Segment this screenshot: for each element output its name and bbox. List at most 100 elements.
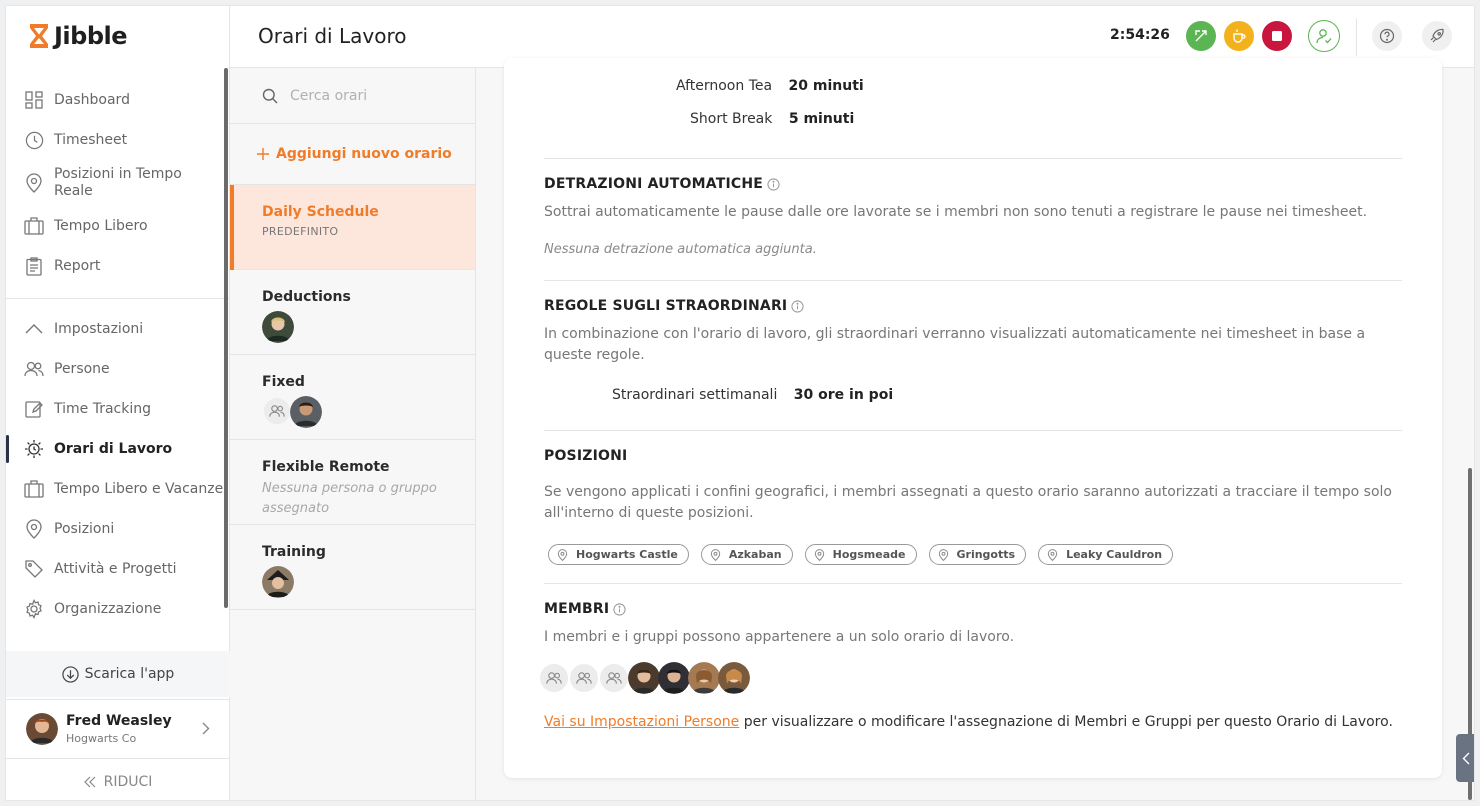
location-name: Gringotts	[956, 548, 1016, 561]
map-pin-icon	[814, 548, 824, 561]
map-pin-icon	[24, 519, 44, 539]
info-icon[interactable]	[767, 177, 780, 191]
schedule-item-deductions[interactable]: Deductions	[230, 270, 475, 355]
break-value: 20 minuti	[788, 78, 864, 94]
plus-icon	[257, 148, 269, 160]
overtime-desc: In combinazione con l'orario di lavoro, …	[544, 326, 1366, 363]
user-clock-in-button[interactable]	[1308, 20, 1340, 52]
clipboard-icon	[24, 256, 44, 276]
group-icon	[262, 396, 292, 426]
sidebar-item-dashboard[interactable]: Dashboard	[6, 80, 230, 120]
sidebar-item-time-off[interactable]: Tempo Libero	[6, 206, 230, 246]
location-chip: Hogwarts Castle	[548, 544, 689, 565]
schedule-members	[262, 396, 475, 428]
dashboard-icon	[24, 90, 44, 110]
overtime-value: 30 ore in poi	[793, 387, 894, 403]
section-divider	[544, 430, 1402, 431]
schedules-panel: Aggiungi nuovo orario Daily Schedule PRE…	[230, 68, 476, 800]
sidebar-item-label: Persone	[54, 361, 110, 377]
question-icon	[1379, 28, 1395, 44]
sidebar-item-people[interactable]: Persone	[6, 349, 230, 389]
break-button[interactable]	[1224, 21, 1254, 51]
location-name: Hogwarts Castle	[576, 548, 678, 561]
sidebar-item-settings-toggle[interactable]: Impostazioni	[6, 309, 230, 349]
sidebar-item-label: Posizioni in Tempo Reale	[54, 166, 182, 199]
sidebar-item-timesheet[interactable]: Timesheet	[6, 120, 230, 160]
sidebar-item-activities-projects[interactable]: Attività e Progetti	[6, 549, 230, 589]
sidebar-item-report[interactable]: Report	[6, 246, 230, 286]
avatar	[290, 396, 322, 428]
sidebar-item-label: Tempo Libero e Vacanze	[54, 481, 224, 497]
switch-icon	[1195, 30, 1207, 42]
sidebar-nav: Dashboard Timesheet Posizioni in Tempo R…	[6, 80, 230, 629]
chevron-right-icon	[202, 722, 210, 735]
schedule-name: Deductions	[262, 289, 351, 305]
location-name: Leaky Cauldron	[1066, 548, 1163, 561]
avatar	[26, 713, 58, 745]
sidebar-item-label: Impostazioni	[54, 321, 144, 337]
schedule-name: Training	[262, 544, 326, 560]
gear-clock-icon	[24, 439, 44, 459]
location-chips: Hogwarts Castle Azkaban Hogsmeade Gringo…	[548, 544, 1174, 565]
overtime-label: Straordinari settimanali	[612, 387, 778, 403]
section-title-text: DETRAZIONI AUTOMATICHE	[544, 176, 764, 192]
hourglass-icon	[30, 24, 48, 48]
collapse-label: RIDUCI	[103, 774, 153, 790]
search-input[interactable]	[290, 87, 450, 104]
sidebar-item-live-locations[interactable]: Posizioni in Tempo Reale	[6, 160, 230, 206]
sidebar-item-label: Time Tracking	[54, 401, 151, 417]
auto-deductions-desc: Sottrai automaticamente le pause dalle o…	[544, 204, 1368, 220]
jibble-logo[interactable]: Jibble	[28, 20, 128, 52]
group-icon	[598, 662, 630, 694]
break-value: 5 minuti	[788, 111, 855, 127]
sidebar-item-label: Dashboard	[54, 92, 130, 108]
sidebar-item-label: Posizioni	[54, 521, 115, 537]
overtime-rule-row: Straordinari settimanali 30 ore in poi	[612, 387, 893, 403]
map-pin-icon	[24, 173, 44, 193]
download-app-button[interactable]: Scarica l'app	[6, 651, 230, 697]
schedule-item-daily-schedule[interactable]: Daily Schedule PREDEFINITO	[230, 185, 475, 270]
side-panel-toggle[interactable]	[1456, 734, 1474, 782]
section-divider	[544, 280, 1402, 281]
sidebar-scrollbar[interactable]	[224, 68, 228, 608]
integrations-button[interactable]	[1422, 21, 1452, 51]
section-title-text: REGOLE SUGLI STRAORDINARI	[544, 298, 788, 314]
avatar	[718, 662, 750, 694]
tag-icon	[24, 559, 44, 579]
break-row-afternoon-tea: Afternoon Tea 20 minuti	[676, 78, 864, 94]
members-avatar-stack	[538, 662, 750, 694]
break-label: Afternoon Tea	[676, 78, 773, 94]
info-icon[interactable]	[613, 602, 626, 616]
schedule-item-fixed[interactable]: Fixed	[230, 355, 475, 440]
schedule-item-training[interactable]: Training	[230, 525, 475, 610]
brand-name: Jibble	[54, 22, 128, 50]
collapse-sidebar-button[interactable]: RIDUCI	[6, 762, 230, 800]
avatar	[658, 662, 690, 694]
sidebar-item-work-schedules[interactable]: Orari di Lavoro	[6, 429, 230, 469]
add-schedule-button[interactable]: Aggiungi nuovo orario	[230, 124, 475, 185]
sidebar-item-label: Tempo Libero	[54, 218, 148, 234]
add-schedule-label: Aggiungi nuovo orario	[276, 146, 452, 162]
people-settings-link[interactable]: Vai su Impostazioni Persone	[544, 714, 739, 730]
sidebar-item-organization[interactable]: Organizzazione	[6, 589, 230, 629]
schedule-detail: Afternoon Tea 20 minuti Short Break 5 mi…	[476, 58, 1474, 800]
sidebar-item-locations[interactable]: Posizioni	[6, 509, 230, 549]
location-chip: Gringotts	[928, 544, 1027, 565]
info-icon[interactable]	[791, 299, 804, 313]
help-button[interactable]	[1372, 21, 1402, 51]
sidebar-item-time-tracking[interactable]: Time Tracking	[6, 389, 230, 429]
user-profile[interactable]: Fred Weasley Hogwarts Co	[6, 699, 230, 759]
sidebar-item-label: Report	[54, 258, 101, 274]
stop-button[interactable]	[1262, 21, 1292, 51]
section-divider	[544, 158, 1402, 159]
avatar	[628, 662, 660, 694]
app-window: Jibble Dashboard Timesheet Posizioni in …	[5, 5, 1475, 801]
schedule-item-flexible-remote[interactable]: Flexible Remote Nessuna persona o gruppo…	[230, 440, 475, 525]
sidebar-item-time-off-holidays[interactable]: Tempo Libero e Vacanze	[6, 469, 230, 509]
members-title: MEMBRI	[544, 601, 626, 617]
switch-activity-button[interactable]	[1186, 21, 1216, 51]
chevron-left-icon	[1462, 752, 1470, 764]
sidebar-item-label: Timesheet	[54, 132, 128, 148]
location-name: Hogsmeade	[832, 548, 906, 561]
search-box	[230, 68, 475, 124]
